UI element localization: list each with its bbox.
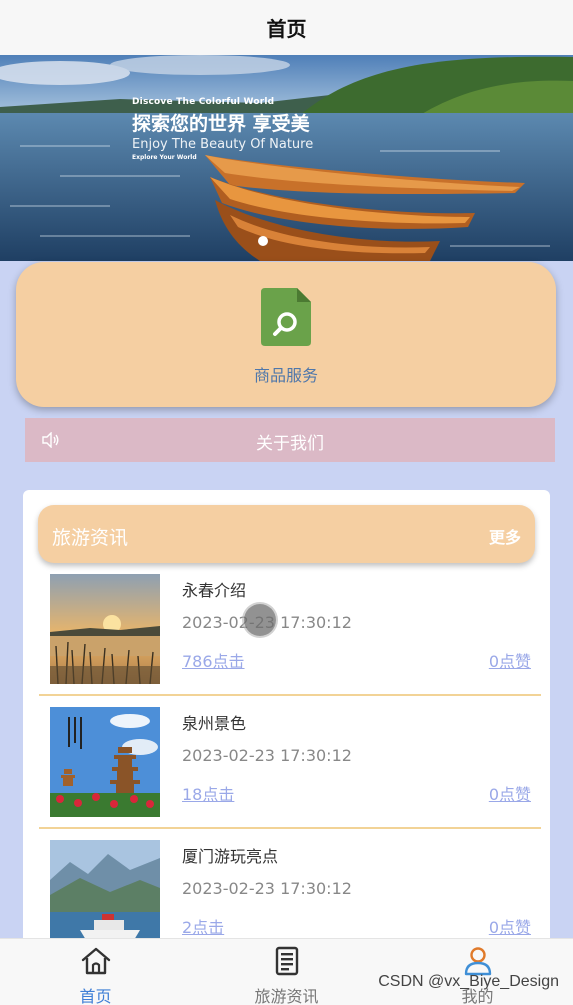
news-item[interactable]: 永春介绍 2023-02-23 17:30:12 786点击 0点赞 <box>39 563 541 696</box>
service-card[interactable]: 商品服务 <box>16 262 556 407</box>
tab-mine[interactable]: 我的 <box>382 939 573 1005</box>
tab-travel-news[interactable]: 旅游资讯 <box>191 939 382 1005</box>
news-item-clicks[interactable]: 2点击 <box>182 914 224 938</box>
banner-small-text: Discove The Colorful World <box>132 97 275 107</box>
news-item-clicks[interactable]: 786点击 <box>182 648 245 672</box>
tab-travel-news-label: 旅游资讯 <box>254 987 319 1005</box>
news-item[interactable]: 厦门游玩亮点 2023-02-23 17:30:12 2点击 0点赞 <box>39 829 541 938</box>
banner-tiny-text: Explore Your World <box>132 154 197 161</box>
news-thumbnail <box>50 840 160 938</box>
bottom-tab-bar: 首页 旅游资讯 我的 <box>0 938 573 1005</box>
about-label: 关于我们 <box>256 434 324 454</box>
news-header: 旅游资讯 更多 <box>38 505 535 563</box>
tab-home-label: 首页 <box>79 987 112 1005</box>
news-item-likes[interactable]: 0点赞 <box>489 781 531 805</box>
page-title: 首页 <box>266 17 307 41</box>
news-item-time: 2023-02-23 17:30:12 <box>182 879 352 898</box>
news-item-title: 厦门游玩亮点 <box>182 847 279 866</box>
banner-main-text: 探索您的世界 享受美 <box>132 113 310 135</box>
news-item-likes[interactable]: 0点赞 <box>489 914 531 938</box>
about-us-bar[interactable]: 关于我们 <box>25 418 555 462</box>
banner-caption: Discove The Colorful World 探索您的世界 享受美 En… <box>132 97 313 161</box>
news-item-time: 2023-02-23 17:30:12 <box>182 746 352 765</box>
news-title: 旅游资讯 <box>52 527 129 549</box>
watermark: CSDN @vx_Biye_Design <box>378 973 559 990</box>
news-item[interactable]: 泉州景色 2023-02-23 17:30:12 18点击 0点赞 <box>39 696 541 829</box>
tab-home[interactable]: 首页 <box>0 939 191 1005</box>
page-header: 首页 <box>0 0 573 55</box>
search-document-icon <box>261 288 311 346</box>
news-thumbnail <box>50 707 160 817</box>
news-item-title: 永春介绍 <box>182 581 247 600</box>
touch-indicator <box>244 604 276 636</box>
news-item-title: 泉州景色 <box>182 714 247 733</box>
banner-carousel[interactable]: Discove The Colorful World 探索您的世界 享受美 En… <box>0 55 573 261</box>
news-more-link[interactable]: 更多 <box>489 524 521 548</box>
travel-news-panel: 旅游资讯 更多 永春介绍 2023-02-23 17:30:12 786点击 0… <box>23 490 550 938</box>
banner-sub-text: Enjoy The Beauty Of Nature <box>132 137 314 152</box>
news-item-likes[interactable]: 0点赞 <box>489 648 531 672</box>
service-label: 商品服务 <box>253 366 318 385</box>
home-page[interactable]: Discove The Colorful World 探索您的世界 享受美 En… <box>0 55 573 938</box>
news-thumbnail <box>50 574 160 684</box>
news-item-clicks[interactable]: 18点击 <box>182 781 234 805</box>
carousel-indicator-dot[interactable] <box>258 236 268 246</box>
document-icon <box>275 946 299 976</box>
home-icon <box>81 947 111 975</box>
